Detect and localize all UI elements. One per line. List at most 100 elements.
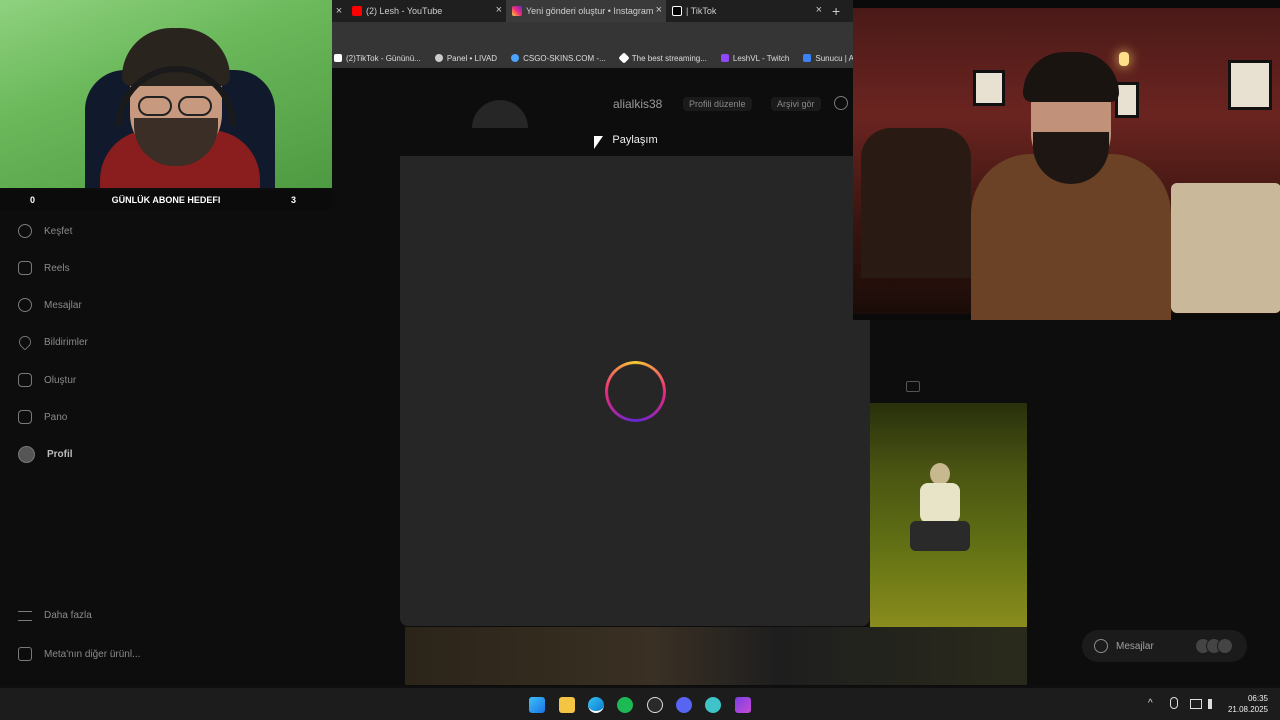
tiktok-icon bbox=[334, 54, 342, 62]
new-tab-button[interactable]: + bbox=[832, 3, 840, 19]
sidebar-item-label: Oluştur bbox=[44, 374, 77, 386]
address-bar[interactable] bbox=[332, 22, 854, 48]
server-icon bbox=[803, 54, 812, 62]
tagged-icon[interactable] bbox=[906, 381, 920, 392]
avatar bbox=[1217, 638, 1233, 654]
twitch-icon bbox=[720, 54, 729, 62]
goal-current: 0 bbox=[30, 195, 36, 205]
bookmark-livad[interactable]: Panel • LIVAD bbox=[434, 53, 498, 63]
sidebar-item-dashboard[interactable]: Pano bbox=[18, 410, 67, 424]
subscriber-goal-bar: GÜNLÜK ABONE HEDEFI 0 3 bbox=[0, 190, 332, 210]
video-man bbox=[971, 44, 1171, 320]
compass-icon bbox=[18, 224, 32, 238]
diamond-icon bbox=[618, 52, 630, 64]
dashboard-icon bbox=[18, 410, 32, 424]
sidebar-meta-products[interactable]: Meta'nın diğer ürünl... bbox=[18, 647, 140, 661]
spotify-icon[interactable] bbox=[617, 697, 633, 713]
coffee-bags bbox=[1171, 183, 1280, 313]
bookmark-tiktok[interactable]: (2)TikTok - Gününü... bbox=[334, 54, 421, 63]
sidebar-more-button[interactable]: Daha fazla bbox=[18, 610, 92, 621]
system-clock[interactable]: 06:35 21.08.2025 bbox=[1228, 693, 1268, 715]
livad-icon bbox=[434, 54, 443, 62]
discord-icon[interactable] bbox=[676, 697, 692, 713]
close-icon[interactable]: × bbox=[656, 4, 662, 16]
sidebar-item-messages[interactable]: Mesajlar bbox=[18, 298, 82, 312]
clock-time: 06:35 bbox=[1247, 694, 1268, 703]
sidebar-item-label: Pano bbox=[44, 411, 68, 423]
close-icon[interactable]: × bbox=[816, 4, 822, 16]
volume-icon[interactable] bbox=[1208, 699, 1218, 709]
plus-square-icon bbox=[18, 373, 32, 387]
reels-icon bbox=[18, 261, 32, 275]
messenger-icon bbox=[1094, 639, 1108, 653]
bookmark-label: LeshVL - Twitch bbox=[732, 53, 790, 63]
close-icon[interactable]: × bbox=[496, 4, 502, 16]
bookmark-csgo-skins[interactable]: CSGO-SKINS.COM -... bbox=[511, 54, 606, 63]
windows-taskbar: ^ 06:35 21.08.2025 bbox=[0, 688, 1280, 720]
screen: × (2) Lesh - YouTube × Yeni gönderi oluş… bbox=[0, 0, 1280, 720]
sidebar-item-label: Keşfet bbox=[44, 225, 73, 237]
goal-label: GÜNLÜK ABONE HEDEFI bbox=[111, 195, 221, 205]
webcam-overlay bbox=[0, 0, 332, 188]
sidebar-item-profile[interactable]: Profil bbox=[18, 446, 73, 463]
background-people bbox=[861, 128, 971, 278]
sidebar-item-label: Mesajlar bbox=[44, 299, 82, 311]
bookmark-label: The best streaming... bbox=[631, 53, 707, 63]
sidebar-item-notifications[interactable]: Bildirimler bbox=[16, 333, 88, 351]
post-thumbnails-row[interactable] bbox=[405, 627, 1027, 685]
sidebar-item-label: Bildirimler bbox=[44, 336, 88, 348]
mouse-cursor-icon bbox=[594, 136, 603, 149]
sidebar-item-create[interactable]: Oluştur bbox=[18, 373, 76, 387]
video-editor-icon[interactable] bbox=[735, 697, 751, 713]
meta-label: Meta'nın diğer ürünl... bbox=[44, 648, 141, 660]
sidebar-item-label: Reels bbox=[44, 262, 70, 274]
tab-youtube[interactable]: (2) Lesh - YouTube × bbox=[346, 0, 506, 22]
bookmark-label: Panel • LIVAD bbox=[446, 53, 498, 63]
video-overlay bbox=[853, 0, 1280, 320]
tab-title: (2) Lesh - YouTube bbox=[366, 6, 443, 16]
sidebar-item-label: Profil bbox=[47, 449, 73, 460]
bookmark-label: CSGO-SKINS.COM -... bbox=[523, 53, 606, 63]
edit-profile-button[interactable]: Profili düzenle bbox=[683, 97, 752, 111]
tiktok-icon bbox=[672, 6, 682, 16]
more-label: Daha fazla bbox=[44, 610, 92, 621]
video-scene bbox=[853, 8, 1280, 320]
meta-icon bbox=[18, 647, 32, 661]
microphone-icon[interactable] bbox=[1170, 697, 1178, 709]
view-archive-button[interactable]: Arşivi gör bbox=[771, 97, 821, 111]
file-explorer-icon[interactable] bbox=[559, 697, 575, 713]
message-avatars bbox=[1195, 638, 1233, 654]
youtube-icon bbox=[352, 6, 362, 16]
tab-instagram[interactable]: Yeni gönderi oluştur • Instagram × bbox=[506, 0, 666, 22]
loading-spinner-icon bbox=[605, 361, 666, 422]
display-icon[interactable] bbox=[1190, 699, 1202, 709]
goal-target: 3 bbox=[291, 195, 297, 205]
modal-title: Paylaşım bbox=[612, 134, 658, 146]
sidebar-item-explore[interactable]: Keşfet bbox=[18, 224, 72, 238]
edge-icon[interactable] bbox=[588, 697, 604, 713]
tab-tiktok[interactable]: | TikTok × bbox=[666, 0, 826, 22]
heart-icon bbox=[16, 333, 34, 351]
tab-title: | TikTok bbox=[686, 6, 717, 16]
messages-float-button[interactable]: Mesajlar bbox=[1082, 630, 1247, 662]
chrome-icon[interactable] bbox=[647, 697, 663, 713]
bookmark-twitch[interactable]: LeshVL - Twitch bbox=[720, 53, 790, 63]
windows-start-icon[interactable] bbox=[529, 697, 545, 713]
instagram-icon bbox=[512, 6, 522, 16]
tray-chevron-up-icon[interactable]: ^ bbox=[1148, 698, 1153, 709]
bookmark-sunucu[interactable]: Sunucu | Ate bbox=[803, 54, 854, 63]
avatar bbox=[18, 446, 35, 463]
messenger-icon bbox=[18, 298, 32, 312]
profile-username: alialkis38 bbox=[613, 97, 663, 111]
menu-icon bbox=[18, 610, 32, 621]
tab-title: Yeni gönderi oluştur • Instagram bbox=[526, 6, 654, 16]
bookmark-label: (2)TikTok - Gününü... bbox=[346, 53, 421, 63]
csgo-icon bbox=[511, 54, 520, 62]
bookmark-streaming[interactable]: The best streaming... bbox=[618, 52, 707, 64]
network-app-icon[interactable] bbox=[705, 697, 721, 713]
clock-date: 21.08.2025 bbox=[1227, 705, 1268, 714]
tab-close-icon[interactable]: × bbox=[332, 5, 346, 17]
glasses-icon bbox=[136, 96, 216, 118]
sidebar-item-reels[interactable]: Reels bbox=[18, 261, 70, 275]
settings-gear-icon[interactable] bbox=[834, 96, 848, 110]
